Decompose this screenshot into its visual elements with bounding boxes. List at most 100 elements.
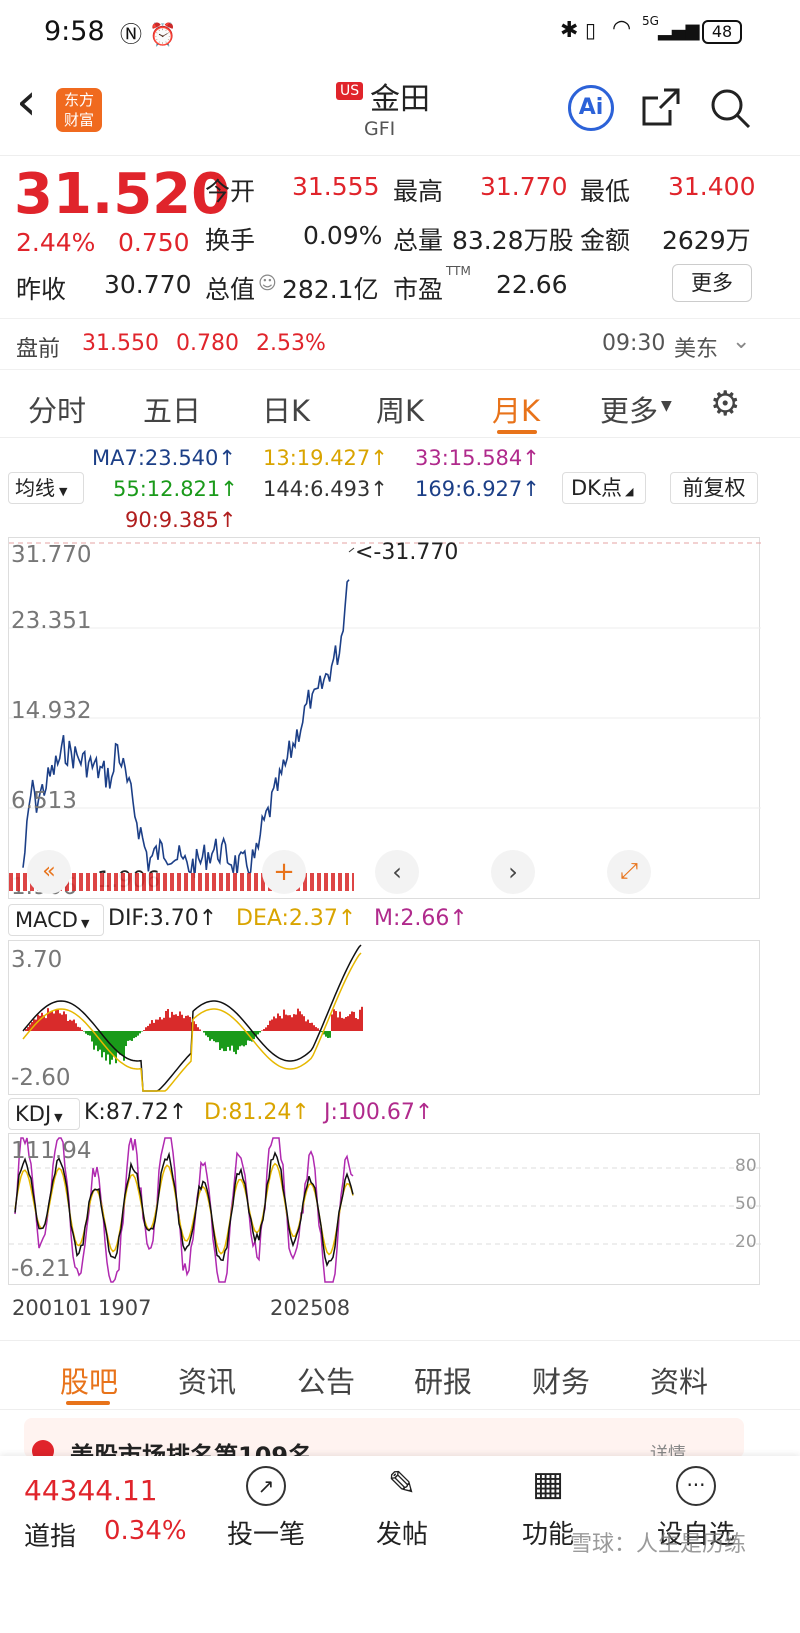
macd-bottom-label: -2.60 [11, 1065, 71, 1091]
macd-bar [153, 1022, 155, 1031]
tab-more[interactable]: 更多 [600, 388, 658, 430]
macd-bar [241, 1031, 243, 1046]
macd-bar [229, 1031, 231, 1051]
tab-week-k[interactable]: 周K [376, 388, 424, 430]
period-tabs: 分时 五日 日K 周K 月K 更多 ▼ ⚙ [0, 372, 800, 438]
macd-bar [171, 1011, 173, 1031]
watermark: 雪球：人生是历练 [570, 1532, 747, 1557]
ranking-banner[interactable]: 美股市场排名第109名 详情 [24, 1418, 744, 1458]
macd-bar [337, 1017, 339, 1031]
macd-bar [79, 1027, 81, 1031]
ma55-value: 55:12.821↑ [113, 477, 238, 501]
macd-bar [235, 1031, 237, 1055]
premarket-region: 美东 [674, 337, 719, 362]
tab-finance[interactable]: 财务 [532, 1359, 590, 1401]
macd-bar [63, 1011, 65, 1031]
low-label: 最低 [580, 177, 631, 206]
mktcap-value: 282.1亿 [282, 275, 379, 304]
macd-bar [317, 1028, 319, 1031]
next-button[interactable]: › [491, 850, 535, 894]
adjust-button[interactable]: 前复权 [670, 472, 758, 504]
macd-bar [341, 1017, 343, 1031]
info-icon[interactable]: ☺ [258, 273, 277, 294]
volume-value: 83.28万股 [452, 226, 574, 255]
macd-bar [205, 1031, 207, 1036]
macd-bar [41, 1012, 43, 1031]
network-type: 5G [642, 14, 659, 28]
kdj-bottom-label: -6.21 [11, 1256, 71, 1282]
kdj-selector[interactable]: KDJ ▼ [8, 1098, 80, 1130]
macd-bar [289, 1015, 291, 1031]
tab-profile[interactable]: 资料 [650, 1359, 708, 1401]
macd-bar [103, 1031, 105, 1053]
macd-bar [169, 1017, 171, 1031]
tab-announcements[interactable]: 公告 [297, 1359, 355, 1401]
change-percent: 2.44% [16, 228, 96, 257]
macd-bar [65, 1014, 67, 1031]
price-chart[interactable]: 31.770 23.351 14.932 6.513 1.906 <-31.77… [8, 537, 761, 900]
share-icon[interactable] [640, 86, 682, 128]
macd-selector-label: MACD [15, 908, 78, 932]
tab-day-k[interactable]: 日K [262, 388, 310, 430]
max-price-label: <-31.770 [355, 540, 459, 565]
macd-bar [149, 1023, 151, 1031]
ai-button[interactable]: Ai [568, 85, 614, 131]
zoom-in-button[interactable]: + [262, 850, 306, 894]
battery-indicator: 48 [702, 20, 742, 44]
status-bar: 9:58 Ⓝ ⏰ ✱ ▯ ◠ 5G ▂▄▆ 48 [0, 0, 800, 66]
tab-guba[interactable]: 股吧 [60, 1359, 118, 1401]
macd-bar [213, 1031, 215, 1042]
macd-bar [75, 1023, 77, 1031]
macd-bar [275, 1018, 277, 1031]
macd-bar [165, 1010, 167, 1031]
macd-bar [273, 1016, 275, 1031]
caret-down-icon: ▼ [80, 917, 90, 930]
macd-bar [335, 1011, 337, 1031]
macd-m: M:2.66↑ [374, 906, 468, 931]
macd-bar [139, 1031, 141, 1034]
invest-button[interactable]: ↗ 投一笔 [216, 1462, 316, 1562]
y-label: 14.932 [11, 698, 92, 724]
tab-news[interactable]: 资讯 [178, 1359, 236, 1401]
market-badge: US [336, 82, 364, 100]
max-pointer [348, 547, 355, 553]
macd-selector[interactable]: MACD ▼ [8, 904, 104, 936]
ma-selector[interactable]: 均线 ▼ [8, 472, 84, 504]
ma144-value: 144:6.493↑ [263, 477, 388, 501]
kdj-chart[interactable]: 111.94 -6.21 80 50 20 [8, 1133, 761, 1285]
turnover-label: 换手 [205, 226, 256, 255]
prev-button[interactable]: ‹ [375, 850, 419, 894]
tab-5day[interactable]: 五日 [143, 388, 201, 430]
chevron-down-icon[interactable]: ⌄ [732, 329, 750, 354]
macd-bar [331, 1014, 333, 1031]
macd-chart[interactable]: 3.70 -2.60 [8, 940, 760, 1095]
back-button[interactable]: ‹ [16, 76, 37, 128]
search-icon[interactable] [708, 86, 752, 130]
macd-bar [87, 1031, 89, 1036]
rewind-button[interactable]: « [27, 850, 71, 894]
post-button[interactable]: ✎ 发帖 [352, 1462, 452, 1562]
macd-bar [199, 1029, 201, 1031]
macd-bar [147, 1025, 149, 1031]
expand-icon[interactable]: ⤢ [607, 850, 651, 894]
grid-icon: ▦ [531, 1464, 565, 1504]
index-percent: 0.34% [104, 1516, 187, 1546]
more-button[interactable]: 更多 [672, 264, 752, 302]
macd-bar [239, 1031, 241, 1047]
pe-ttm-label: TTM [446, 264, 471, 278]
macd-bar [223, 1031, 225, 1052]
macd-bar [215, 1031, 217, 1043]
tab-month-k[interactable]: 月K [492, 388, 540, 430]
gear-icon[interactable]: ⚙ [710, 384, 740, 424]
macd-bar [261, 1030, 263, 1031]
ma90-value: 90:9.385↑ [125, 508, 237, 532]
macd-bar [159, 1017, 161, 1031]
macd-bar [313, 1025, 315, 1031]
macd-bar [281, 1018, 283, 1031]
dk-button[interactable]: DK点 ◢ [562, 472, 646, 504]
tab-research[interactable]: 研报 [414, 1359, 472, 1401]
x-label-start: 200101 [12, 1296, 93, 1320]
tab-fenshi[interactable]: 分时 [28, 388, 86, 430]
x-axis: 200101 1907 202508 [8, 1292, 760, 1332]
macd-bar [67, 1021, 69, 1031]
